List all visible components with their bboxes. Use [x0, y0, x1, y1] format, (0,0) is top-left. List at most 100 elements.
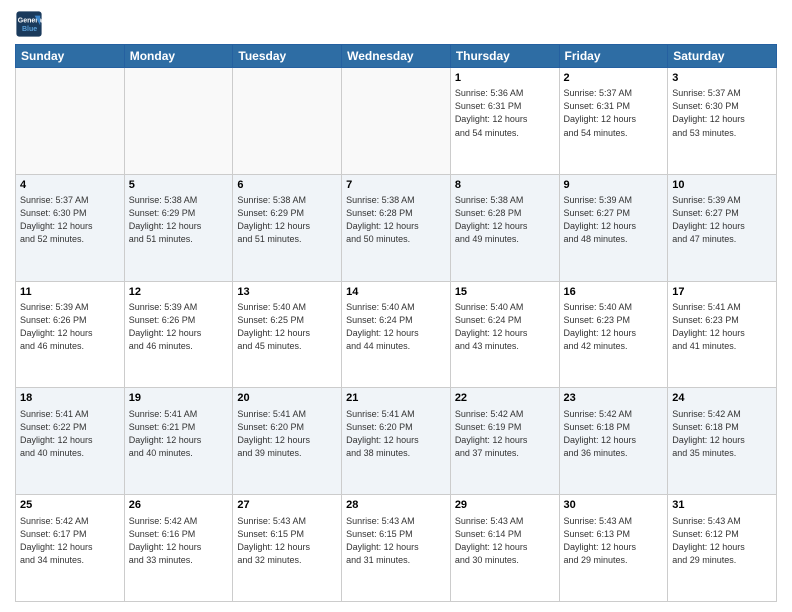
calendar-cell — [233, 68, 342, 175]
day-info: Sunrise: 5:36 AM Sunset: 6:31 PM Dayligh… — [455, 87, 555, 139]
day-info: Sunrise: 5:41 AM Sunset: 6:21 PM Dayligh… — [129, 408, 229, 460]
weekday-header-tuesday: Tuesday — [233, 45, 342, 68]
day-number: 17 — [672, 285, 772, 300]
calendar-cell: 12Sunrise: 5:39 AM Sunset: 6:26 PM Dayli… — [124, 281, 233, 388]
calendar-cell: 28 Sunrise: 5:43 AM Sunset: 6:15 PM Dayli… — [342, 495, 451, 602]
day-info: Sunrise: 5:43 AM Sunset: 6:15 PM Dayligh… — [346, 515, 446, 567]
calendar-cell: 11Sunrise: 5:39 AM Sunset: 6:26 PM Dayli… — [16, 281, 125, 388]
calendar-cell: 31 Sunrise: 5:43 AM Sunset: 6:12 PM Dayli… — [668, 495, 777, 602]
weekday-header-friday: Friday — [559, 45, 668, 68]
day-info: Sunrise: 5:41 AM Sunset: 6:23 PM Dayligh… — [672, 301, 772, 353]
calendar-week-5: 25 Sunrise: 5:42 AM Sunset: 6:17 PM Dayli… — [16, 495, 777, 602]
calendar-week-3: 11Sunrise: 5:39 AM Sunset: 6:26 PM Dayli… — [16, 281, 777, 388]
header: General Blue — [15, 10, 777, 38]
day-number: 28 — [346, 498, 446, 513]
day-info: Sunrise: 5:42 AM Sunset: 6:16 PM Dayligh… — [129, 515, 229, 567]
calendar-cell: 19Sunrise: 5:41 AM Sunset: 6:21 PM Dayli… — [124, 388, 233, 495]
logo-icon: General Blue — [15, 10, 43, 38]
svg-text:Blue: Blue — [22, 26, 37, 33]
day-info: Sunrise: 5:42 AM Sunset: 6:18 PM Dayligh… — [564, 408, 664, 460]
calendar-week-1: 1Sunrise: 5:36 AM Sunset: 6:31 PM Daylig… — [16, 68, 777, 175]
calendar-cell: 22 Sunrise: 5:42 AM Sunset: 6:19 PM Dayli… — [450, 388, 559, 495]
calendar-cell: 26 Sunrise: 5:42 AM Sunset: 6:16 PM Dayli… — [124, 495, 233, 602]
weekday-header-thursday: Thursday — [450, 45, 559, 68]
calendar-cell: 7Sunrise: 5:38 AM Sunset: 6:28 PM Daylig… — [342, 174, 451, 281]
calendar-cell: 14Sunrise: 5:40 AM Sunset: 6:24 PM Dayli… — [342, 281, 451, 388]
day-number: 18 — [20, 391, 120, 406]
day-info: Sunrise: 5:42 AM Sunset: 6:17 PM Dayligh… — [20, 515, 120, 567]
day-info: Sunrise: 5:43 AM Sunset: 6:12 PM Dayligh… — [672, 515, 772, 567]
day-info: Sunrise: 5:40 AM Sunset: 6:24 PM Dayligh… — [346, 301, 446, 353]
weekday-header-sunday: Sunday — [16, 45, 125, 68]
calendar-cell: 29 Sunrise: 5:43 AM Sunset: 6:14 PM Dayli… — [450, 495, 559, 602]
day-info: Sunrise: 5:43 AM Sunset: 6:13 PM Dayligh… — [564, 515, 664, 567]
day-number: 31 — [672, 498, 772, 513]
calendar-cell: 21 Sunrise: 5:41 AM Sunset: 6:20 PM Dayli… — [342, 388, 451, 495]
day-number: 14 — [346, 285, 446, 300]
day-number: 1 — [455, 71, 555, 86]
calendar-cell: 8Sunrise: 5:38 AM Sunset: 6:28 PM Daylig… — [450, 174, 559, 281]
day-number: 25 — [20, 498, 120, 513]
day-number: 27 — [237, 498, 337, 513]
day-number: 26 — [129, 498, 229, 513]
calendar-cell: 1Sunrise: 5:36 AM Sunset: 6:31 PM Daylig… — [450, 68, 559, 175]
calendar-cell: 4Sunrise: 5:37 AM Sunset: 6:30 PM Daylig… — [16, 174, 125, 281]
day-number: 9 — [564, 178, 664, 193]
calendar-header: SundayMondayTuesdayWednesdayThursdayFrid… — [16, 45, 777, 68]
day-info: Sunrise: 5:39 AM Sunset: 6:27 PM Dayligh… — [564, 194, 664, 246]
day-number: 29 — [455, 498, 555, 513]
day-info: Sunrise: 5:38 AM Sunset: 6:28 PM Dayligh… — [455, 194, 555, 246]
day-info: Sunrise: 5:40 AM Sunset: 6:24 PM Dayligh… — [455, 301, 555, 353]
day-info: Sunrise: 5:39 AM Sunset: 6:26 PM Dayligh… — [20, 301, 120, 353]
calendar-cell: 27 Sunrise: 5:43 AM Sunset: 6:15 PM Dayli… — [233, 495, 342, 602]
calendar-cell: 5Sunrise: 5:38 AM Sunset: 6:29 PM Daylig… — [124, 174, 233, 281]
weekday-row: SundayMondayTuesdayWednesdayThursdayFrid… — [16, 45, 777, 68]
day-info: Sunrise: 5:43 AM Sunset: 6:14 PM Dayligh… — [455, 515, 555, 567]
day-number: 21 — [346, 391, 446, 406]
day-info: Sunrise: 5:41 AM Sunset: 6:20 PM Dayligh… — [346, 408, 446, 460]
day-number: 4 — [20, 178, 120, 193]
calendar-cell: 10Sunrise: 5:39 AM Sunset: 6:27 PM Dayli… — [668, 174, 777, 281]
logo-area: General Blue — [15, 10, 47, 38]
day-info: Sunrise: 5:42 AM Sunset: 6:19 PM Dayligh… — [455, 408, 555, 460]
calendar-cell — [124, 68, 233, 175]
calendar-cell — [342, 68, 451, 175]
weekday-header-saturday: Saturday — [668, 45, 777, 68]
day-number: 16 — [564, 285, 664, 300]
calendar-cell — [16, 68, 125, 175]
calendar-cell: 17Sunrise: 5:41 AM Sunset: 6:23 PM Dayli… — [668, 281, 777, 388]
calendar-cell: 3Sunrise: 5:37 AM Sunset: 6:30 PM Daylig… — [668, 68, 777, 175]
day-number: 5 — [129, 178, 229, 193]
page: General Blue SundayMondayTuesdayWednesda… — [0, 0, 792, 612]
day-info: Sunrise: 5:37 AM Sunset: 6:30 PM Dayligh… — [672, 87, 772, 139]
calendar-cell: 15Sunrise: 5:40 AM Sunset: 6:24 PM Dayli… — [450, 281, 559, 388]
calendar-table: SundayMondayTuesdayWednesdayThursdayFrid… — [15, 44, 777, 602]
calendar-week-4: 18Sunrise: 5:41 AM Sunset: 6:22 PM Dayli… — [16, 388, 777, 495]
day-number: 13 — [237, 285, 337, 300]
calendar-cell: 13Sunrise: 5:40 AM Sunset: 6:25 PM Dayli… — [233, 281, 342, 388]
day-number: 2 — [564, 71, 664, 86]
calendar-cell: 25 Sunrise: 5:42 AM Sunset: 6:17 PM Dayli… — [16, 495, 125, 602]
calendar-cell: 2Sunrise: 5:37 AM Sunset: 6:31 PM Daylig… — [559, 68, 668, 175]
day-number: 10 — [672, 178, 772, 193]
calendar-cell: 9Sunrise: 5:39 AM Sunset: 6:27 PM Daylig… — [559, 174, 668, 281]
day-number: 30 — [564, 498, 664, 513]
day-number: 11 — [20, 285, 120, 300]
weekday-header-monday: Monday — [124, 45, 233, 68]
calendar-week-2: 4Sunrise: 5:37 AM Sunset: 6:30 PM Daylig… — [16, 174, 777, 281]
weekday-header-wednesday: Wednesday — [342, 45, 451, 68]
calendar-cell: 30 Sunrise: 5:43 AM Sunset: 6:13 PM Dayli… — [559, 495, 668, 602]
day-number: 12 — [129, 285, 229, 300]
day-info: Sunrise: 5:38 AM Sunset: 6:29 PM Dayligh… — [129, 194, 229, 246]
day-info: Sunrise: 5:40 AM Sunset: 6:23 PM Dayligh… — [564, 301, 664, 353]
day-number: 20 — [237, 391, 337, 406]
day-info: Sunrise: 5:39 AM Sunset: 6:27 PM Dayligh… — [672, 194, 772, 246]
day-number: 8 — [455, 178, 555, 193]
day-info: Sunrise: 5:43 AM Sunset: 6:15 PM Dayligh… — [237, 515, 337, 567]
day-number: 22 — [455, 391, 555, 406]
calendar-cell: 23Sunrise: 5:42 AM Sunset: 6:18 PM Dayli… — [559, 388, 668, 495]
calendar-cell: 24Sunrise: 5:42 AM Sunset: 6:18 PM Dayli… — [668, 388, 777, 495]
day-number: 15 — [455, 285, 555, 300]
day-info: Sunrise: 5:41 AM Sunset: 6:20 PM Dayligh… — [237, 408, 337, 460]
day-number: 6 — [237, 178, 337, 193]
